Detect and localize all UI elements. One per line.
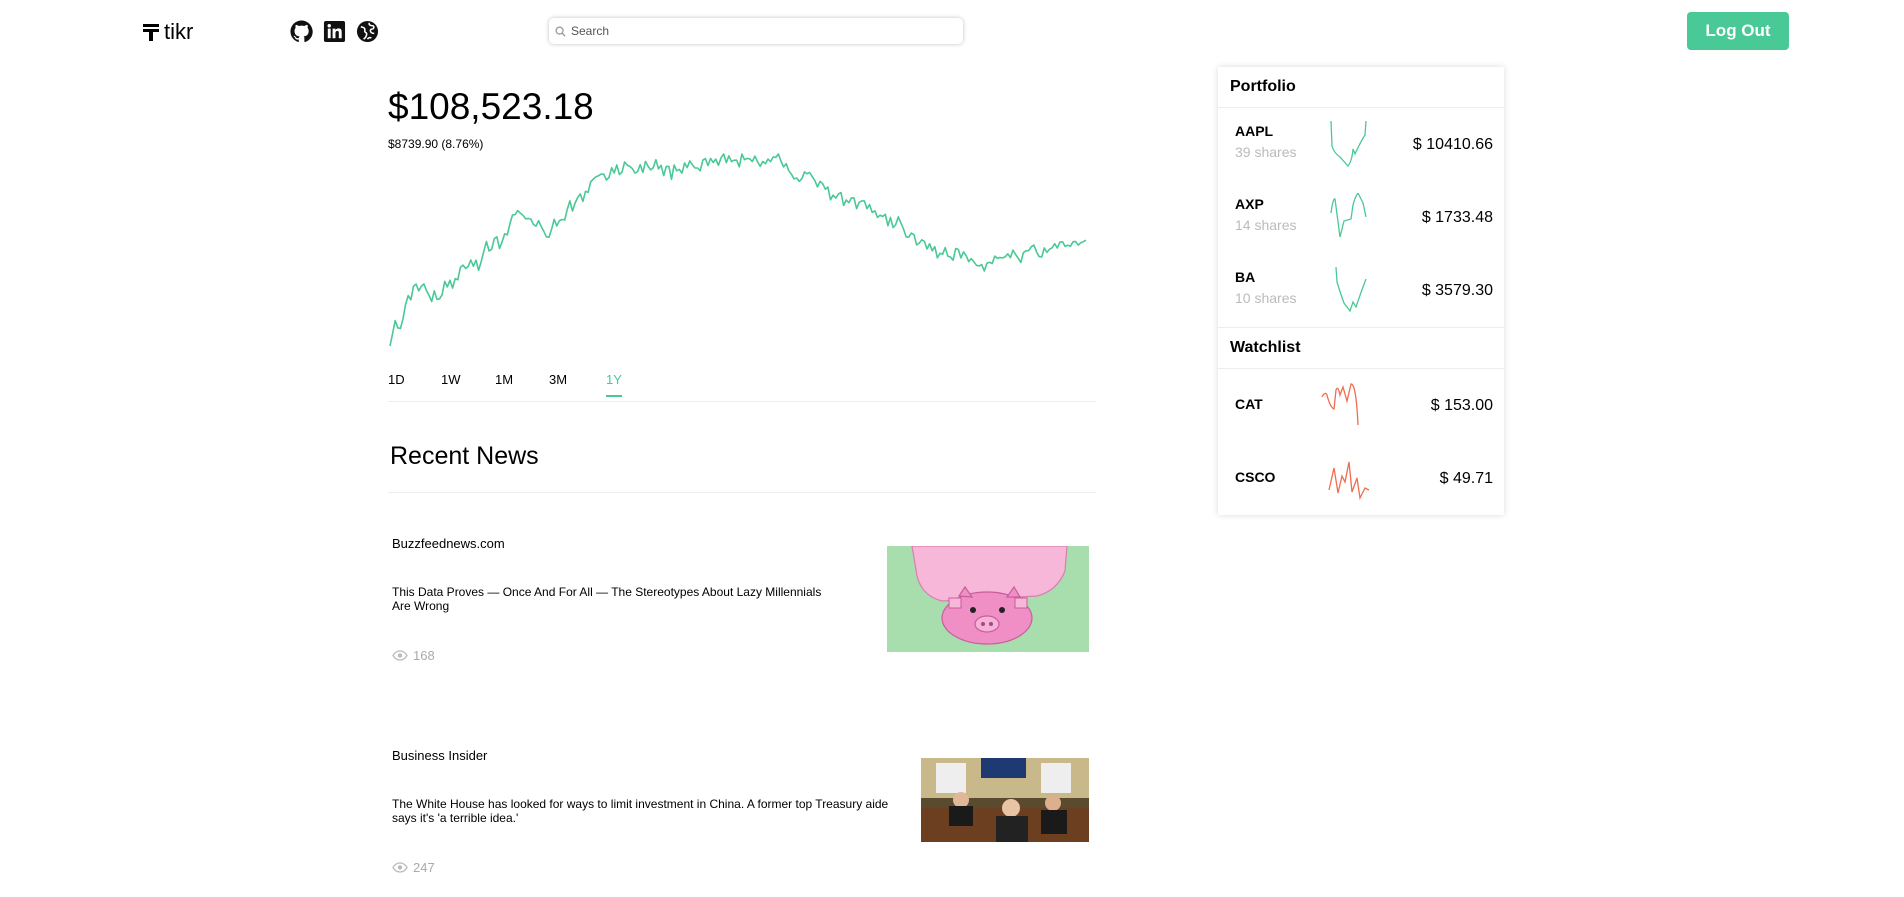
share-count: 39 shares xyxy=(1235,144,1297,160)
ba-sparkline xyxy=(1335,267,1367,313)
range-tab-1y[interactable]: 1Y xyxy=(606,372,622,397)
office-meeting-image xyxy=(921,758,1089,842)
globe-icon[interactable] xyxy=(356,20,379,43)
range-tab-3m[interactable]: 3M xyxy=(549,372,567,395)
stock-symbol: CSCO xyxy=(1235,469,1276,485)
stock-price: $ 1733.48 xyxy=(1421,209,1493,226)
social-links xyxy=(290,20,379,43)
tikr-logo-icon xyxy=(143,24,159,41)
range-tab-1m[interactable]: 1M xyxy=(495,372,513,395)
article-thumbnail[interactable] xyxy=(887,546,1089,652)
stock-symbol: BA xyxy=(1235,269,1256,285)
article-thumbnail[interactable] xyxy=(921,758,1089,842)
stock-symbol: AAPL xyxy=(1235,123,1274,139)
sidebar-divider xyxy=(1218,327,1504,328)
article-views: 168 xyxy=(392,648,435,663)
news-article[interactable]: Buzzfeednews.com This Data Proves — Once… xyxy=(392,536,1092,666)
share-count: 14 shares xyxy=(1235,217,1297,233)
article-source: Buzzfeednews.com xyxy=(392,536,505,551)
eye-icon xyxy=(392,862,408,873)
watchlist-heading: Watchlist xyxy=(1230,339,1301,356)
article-view-count: 247 xyxy=(413,860,435,875)
stock-price: $ 3579.30 xyxy=(1421,282,1493,299)
stock-symbol: CAT xyxy=(1235,396,1263,412)
csco-sparkline xyxy=(1328,461,1370,500)
github-icon[interactable] xyxy=(290,20,313,43)
log-out-button[interactable]: Log Out xyxy=(1687,12,1789,50)
tikr-logo[interactable]: tikr xyxy=(143,19,193,45)
linkedin-icon[interactable] xyxy=(323,20,346,43)
portfolio-heading: Portfolio xyxy=(1230,78,1296,95)
stock-symbol: AXP xyxy=(1235,196,1264,212)
article-views: 247 xyxy=(392,860,435,875)
portfolio-value-line xyxy=(389,153,1087,347)
recent-news-heading: Recent News xyxy=(390,442,539,470)
portfolio-row-ba[interactable]: BA 10 shares $ 3579.30 xyxy=(1218,254,1504,327)
stock-price: $ 153.00 xyxy=(1430,397,1493,414)
search-icon xyxy=(555,25,566,37)
article-source: Business Insider xyxy=(392,748,488,763)
article-view-count: 168 xyxy=(413,648,435,663)
article-headline[interactable]: The White House has looked for ways to l… xyxy=(392,797,892,825)
news-divider xyxy=(388,492,1096,493)
portfolio-row-axp[interactable]: AXP 14 shares $ 1733.48 xyxy=(1218,181,1504,254)
aapl-sparkline xyxy=(1330,121,1367,167)
stock-price: $ 10410.66 xyxy=(1412,136,1493,153)
portfolio-value-chart xyxy=(389,153,1087,347)
portfolio-balance: $108,523.18 xyxy=(388,86,594,127)
portfolio-sidebar: Portfolio AAPL 39 shares $ 10410.66 AXP … xyxy=(1218,67,1504,515)
eye-icon xyxy=(392,650,408,661)
range-tab-1w[interactable]: 1W xyxy=(441,372,461,395)
portfolio-change: $8739.90 (8.76%) xyxy=(388,137,484,151)
search-input[interactable] xyxy=(571,24,951,38)
logo-text: tikr xyxy=(164,19,194,44)
axp-sparkline xyxy=(1330,193,1367,238)
share-count: 10 shares xyxy=(1235,290,1297,306)
portfolio-row-aapl[interactable]: AAPL 39 shares $ 10410.66 xyxy=(1218,108,1504,181)
watchlist-row-cat[interactable]: CAT $ 153.00 xyxy=(1218,369,1504,442)
range-tab-1d[interactable]: 1D xyxy=(388,372,405,395)
article-headline[interactable]: This Data Proves — Once And For All — Th… xyxy=(392,585,842,613)
stock-price: $ 49.71 xyxy=(1439,470,1493,487)
watchlist-row-csco[interactable]: CSCO $ 49.71 xyxy=(1218,442,1504,515)
search-bar[interactable] xyxy=(549,18,963,44)
cat-sparkline xyxy=(1321,383,1359,426)
piggy-bank-image xyxy=(911,546,1068,645)
news-article[interactable]: Business Insider The White House has loo… xyxy=(392,748,1092,878)
time-range-tabs: 1D 1W 1M 3M 1Y xyxy=(388,372,1096,402)
